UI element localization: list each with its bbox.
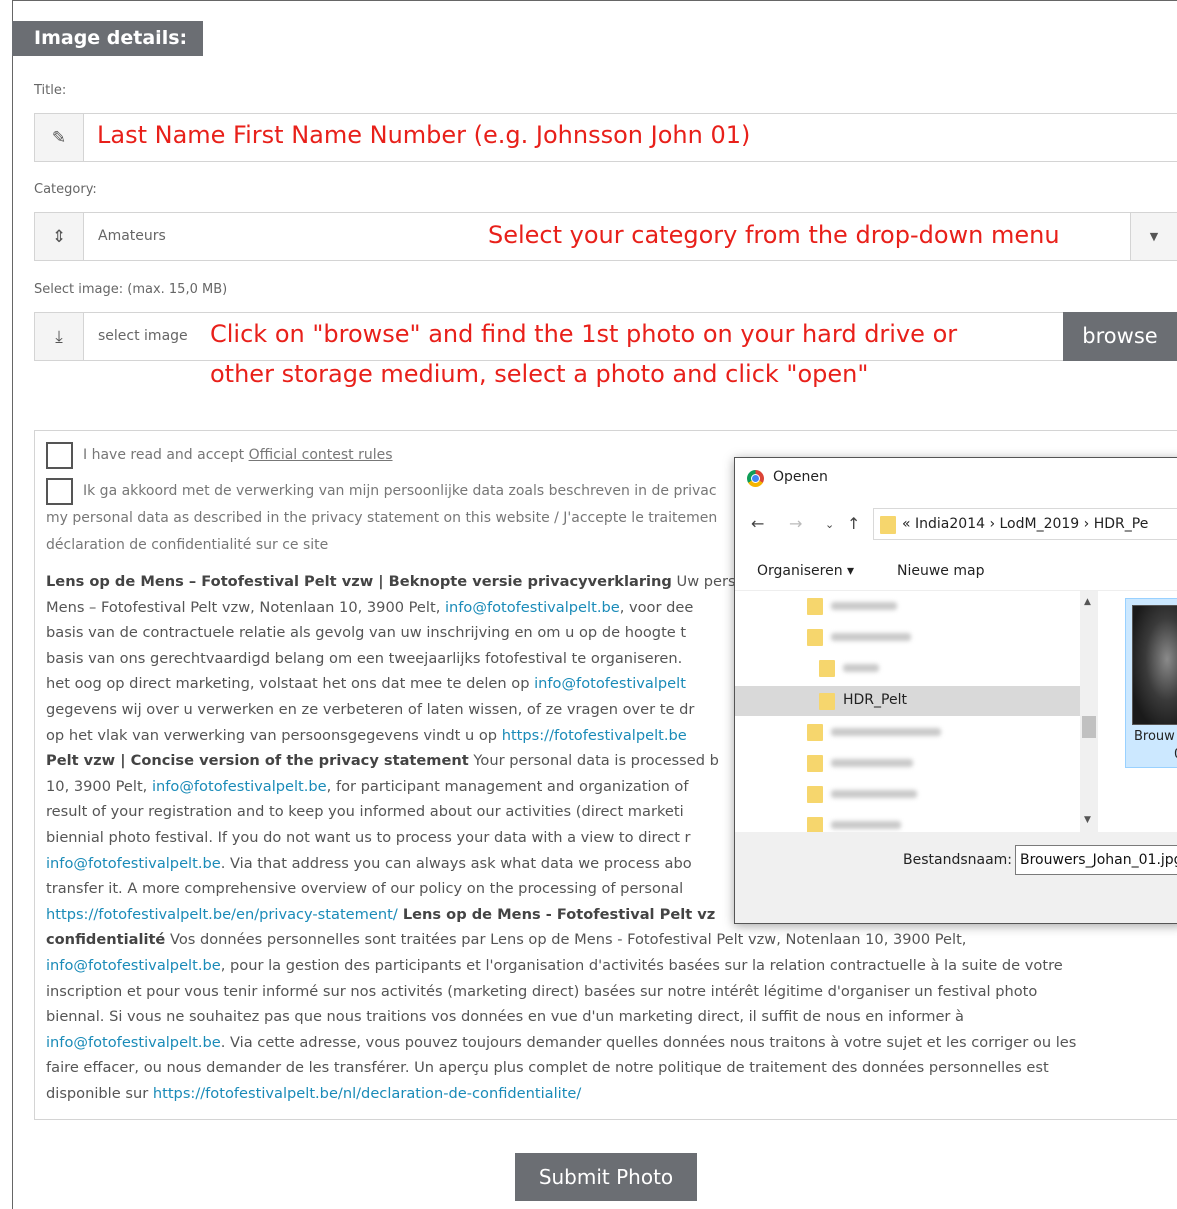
tree-item[interactable]	[735, 591, 1080, 621]
category-label: Category:	[34, 182, 97, 197]
email-link[interactable]: info@fotofestivalpelt.be	[46, 957, 221, 974]
dialog-toolbar: Organiseren ▾ Nieuwe map	[735, 553, 1177, 591]
blurred-folder-name	[831, 728, 941, 736]
blurred-folder-name	[831, 759, 913, 767]
email-link[interactable]: info@fotofestivalpelt.be	[46, 855, 221, 872]
rules-text: I have read and accept	[83, 447, 249, 463]
image-placeholder: select image	[98, 328, 188, 344]
website-link[interactable]: https://fotofestivalpelt.be	[502, 727, 687, 744]
scroll-up-icon[interactable]: ▲	[1084, 597, 1091, 607]
folder-icon	[880, 516, 896, 534]
dialog-titlebar[interactable]: Openen	[735, 458, 1177, 500]
title-hint: Last Name First Name Number (e.g. Johnss…	[97, 121, 751, 149]
privacy-label-line1: Ik ga akkoord met de verwerking van mijn…	[83, 483, 717, 499]
photo-preview	[1132, 605, 1177, 725]
dialog-title: Openen	[773, 469, 828, 485]
blurred-folder-name	[831, 633, 911, 641]
edit-icon: ✎	[35, 114, 84, 161]
folder-icon	[807, 724, 823, 741]
file-thumbnail[interactable]: Brouw 0	[1125, 598, 1177, 768]
dialog-footer: Bestandsnaam: Brouwers_Johan_01.jpg	[735, 832, 1177, 923]
up-arrow-icon[interactable]: ↑	[847, 514, 860, 533]
back-arrow-icon[interactable]: ←	[751, 514, 764, 533]
blurred-folder-name	[831, 602, 897, 610]
new-folder-button[interactable]: Nieuwe map	[897, 563, 984, 579]
scroll-down-icon[interactable]: ▼	[1084, 815, 1091, 825]
sort-icon: ⇕	[35, 213, 84, 260]
tree-item[interactable]	[735, 653, 1080, 683]
tree-item[interactable]	[735, 622, 1080, 652]
organize-menu[interactable]: Organiseren ▾	[757, 563, 854, 579]
tree-item[interactable]	[735, 748, 1080, 778]
folder-icon	[807, 629, 823, 646]
declaration-link[interactable]: https://fotofestivalpelt.be/nl/declarati…	[153, 1085, 581, 1102]
selected-folder-label: HDR_Pelt	[843, 692, 907, 708]
image-label: Select image: (max. 15,0 MB)	[34, 282, 228, 297]
folder-icon	[819, 693, 835, 710]
rules-checkbox[interactable]	[46, 442, 73, 469]
filename-label: Bestandsnaam:	[903, 852, 1013, 868]
folder-icon	[807, 755, 823, 772]
email-link[interactable]: info@fotofestivalpelt	[534, 675, 686, 692]
dialog-nav: ← → ⌄ ↑ « India2014 › LodM_2019 › HDR_Pe	[735, 504, 1177, 544]
image-hint-line1: Click on "browse" and find the 1st photo…	[210, 320, 958, 348]
blurred-folder-name	[831, 821, 901, 829]
tree-item[interactable]	[735, 717, 1080, 747]
section-title: Image details:	[12, 21, 203, 56]
folder-icon	[807, 786, 823, 803]
tree-item-hdr-pelt[interactable]: HDR_Pelt	[735, 686, 1080, 716]
submit-photo-button[interactable]: Submit Photo	[515, 1153, 697, 1201]
address-bar[interactable]: « India2014 › LodM_2019 › HDR_Pe	[873, 508, 1177, 540]
browse-button[interactable]: browse	[1063, 312, 1177, 361]
download-icon: ⤓	[35, 313, 84, 360]
rules-label: I have read and accept Official contest …	[83, 447, 393, 463]
privacy-statement-link[interactable]: https://fotofestivalpelt.be/en/privacy-s…	[46, 906, 398, 923]
category-hint: Select your category from the drop-down …	[488, 221, 1060, 249]
folder-tree: HDR_Pelt	[735, 591, 1080, 834]
rules-link[interactable]: Official contest rules	[249, 447, 393, 463]
file-open-dialog: Openen ← → ⌄ ↑ « India2014 › LodM_2019 ›…	[734, 457, 1177, 924]
filename-input[interactable]: Brouwers_Johan_01.jpg	[1015, 845, 1177, 875]
category-value: Amateurs	[98, 228, 166, 244]
email-link[interactable]: info@fotofestivalpelt.be	[152, 778, 327, 795]
tree-scrollbar[interactable]: ▲ ▼	[1080, 591, 1098, 832]
privacy-label-line3: déclaration de confidentialité sur ce si…	[46, 537, 329, 553]
forward-arrow-icon[interactable]: →	[789, 514, 802, 533]
tree-item[interactable]	[735, 779, 1080, 809]
privacy-checkbox[interactable]	[46, 478, 73, 505]
breadcrumb: « India2014 › LodM_2019 › HDR_Pe	[902, 516, 1149, 532]
folder-icon	[819, 660, 835, 677]
blurred-folder-name	[843, 664, 879, 672]
email-link[interactable]: info@fotofestivalpelt.be	[46, 1034, 221, 1051]
thumbnail-label: Brouw	[1134, 729, 1175, 744]
chevron-down-icon[interactable]: ⌄	[825, 518, 834, 531]
title-label: Title:	[34, 83, 67, 98]
image-hint-line2: other storage medium, select a photo and…	[210, 360, 869, 388]
scrollbar-thumb[interactable]	[1082, 716, 1096, 738]
privacy-label-line2: my personal data as described in the pri…	[46, 510, 718, 526]
email-link[interactable]: info@fotofestivalpelt.be	[445, 599, 620, 616]
chevron-down-icon[interactable]: ▼	[1130, 213, 1177, 260]
blurred-folder-name	[831, 790, 917, 798]
folder-icon	[807, 598, 823, 615]
chrome-icon	[747, 470, 764, 487]
